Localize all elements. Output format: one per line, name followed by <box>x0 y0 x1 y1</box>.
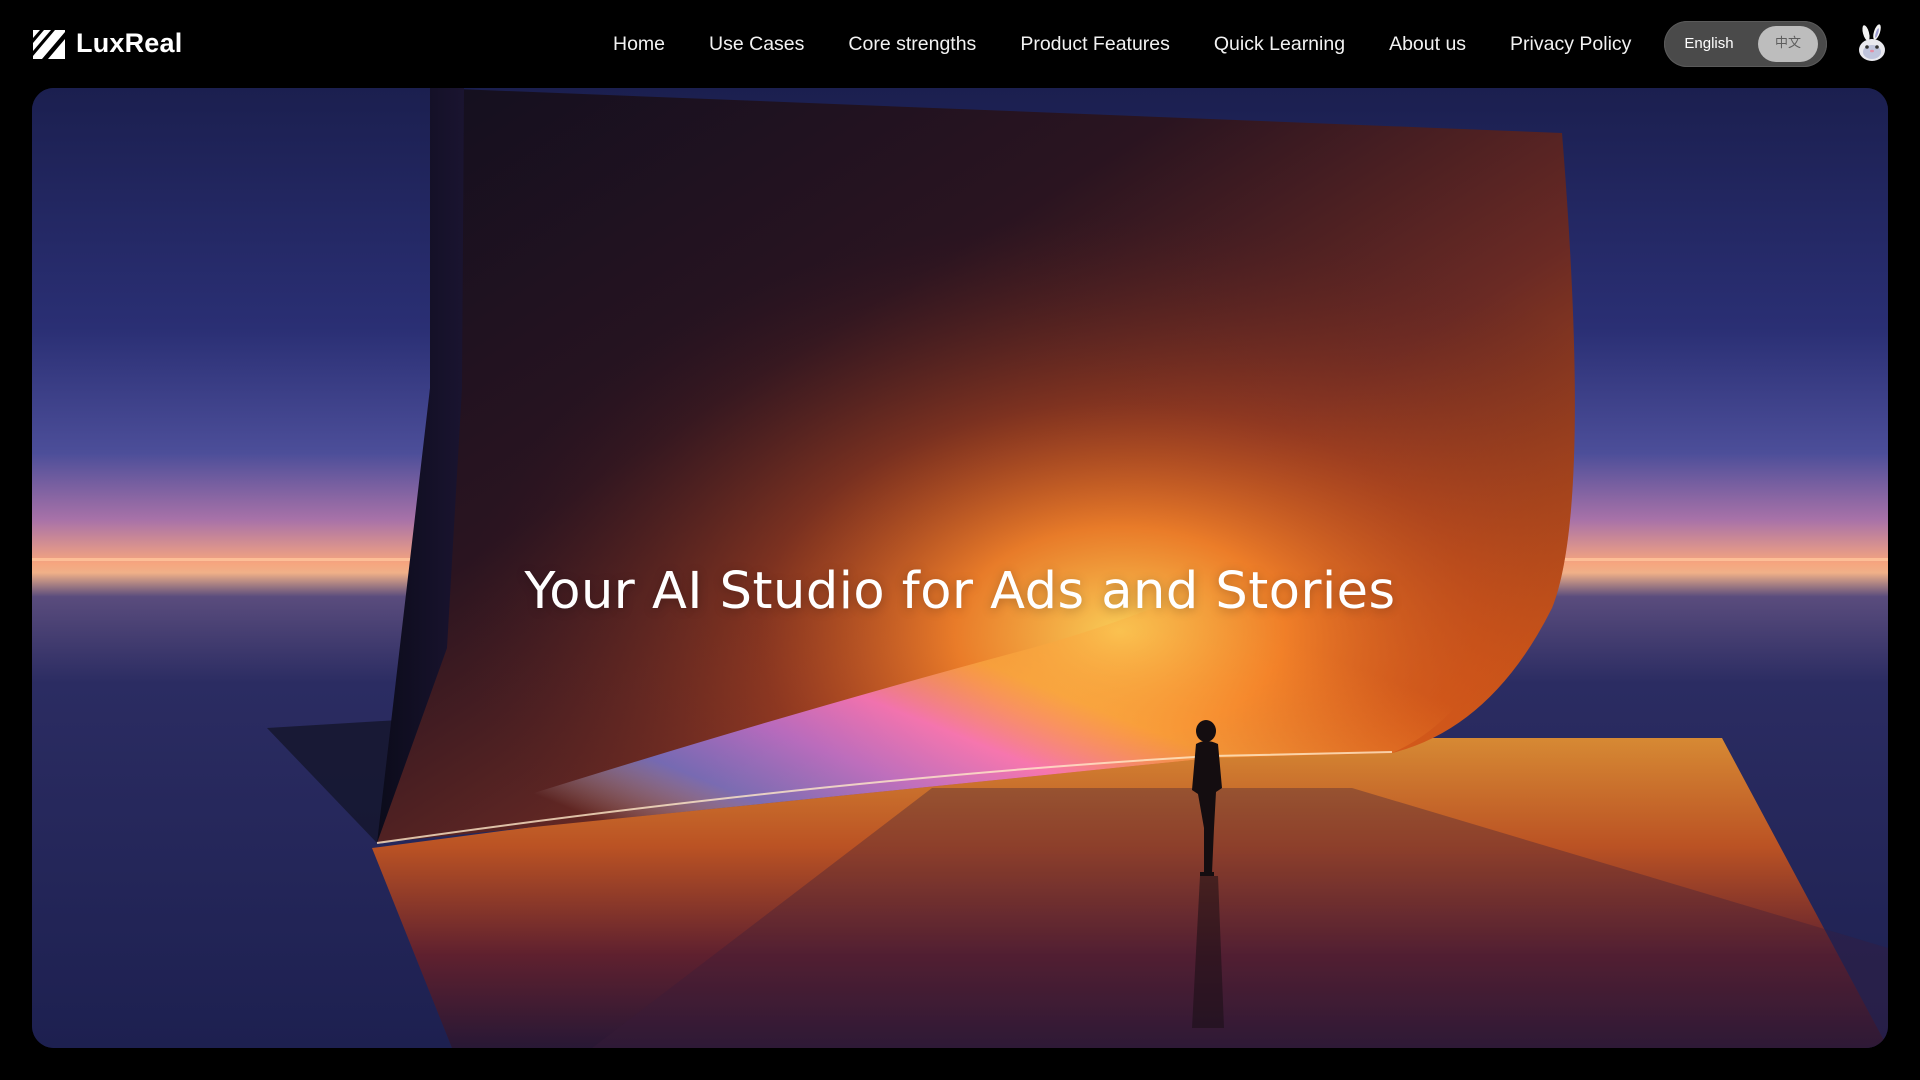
nav-core-strengths[interactable]: Core strengths <box>848 33 976 56</box>
rabbit-avatar-icon[interactable] <box>1852 24 1892 64</box>
language-option-chinese[interactable]: 中文 <box>1758 26 1818 62</box>
hero-banner: Your AI Studio for Ads and Stories <box>32 88 1888 1048</box>
nav-use-cases[interactable]: Use Cases <box>709 33 804 56</box>
hero-title: Your AI Studio for Ads and Stories <box>524 562 1396 622</box>
language-option-english[interactable]: English <box>1666 26 1752 62</box>
language-toggle[interactable]: English 中文 <box>1664 21 1827 67</box>
nav-product-features[interactable]: Product Features <box>1020 33 1170 56</box>
nav-about-us[interactable]: About us <box>1389 33 1466 56</box>
nav-quick-learning[interactable]: Quick Learning <box>1214 33 1345 56</box>
top-navigation-bar: LuxReal Home Use Cases Core strengths Pr… <box>0 0 1920 88</box>
page: LuxReal Home Use Cases Core strengths Pr… <box>0 0 1920 1080</box>
nav-home[interactable]: Home <box>613 33 665 56</box>
nav-privacy-policy[interactable]: Privacy Policy <box>1510 33 1631 56</box>
brand-name: LuxReal <box>76 27 183 58</box>
brand-home-link[interactable]: LuxReal <box>32 26 182 60</box>
main-nav: Home Use Cases Core strengths Product Fe… <box>613 0 1631 88</box>
luxreal-logo-icon <box>33 30 65 59</box>
